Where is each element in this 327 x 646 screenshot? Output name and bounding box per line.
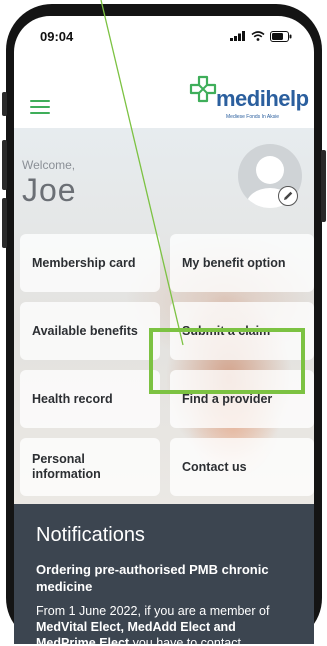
tile-contact-us[interactable]: Contact us bbox=[170, 438, 314, 496]
notification-body-rest: you have to contact bbox=[129, 636, 241, 644]
status-icons bbox=[230, 30, 292, 42]
status-time: 09:04 bbox=[40, 28, 74, 44]
wifi-icon bbox=[251, 31, 265, 41]
app-screen: 09:04 medihelp Mediese Fonds In Aksie We… bbox=[14, 16, 314, 644]
notification-heading[interactable]: Ordering pre-authorised PMB chronic medi… bbox=[36, 561, 298, 595]
welcome-greeting: Welcome, bbox=[22, 158, 76, 172]
mute-switch bbox=[2, 92, 7, 116]
tile-submit-a-claim[interactable]: Submit a claim bbox=[170, 302, 314, 360]
logo-wordmark: medihelp bbox=[216, 86, 309, 111]
hamburger-menu-icon[interactable] bbox=[30, 100, 50, 114]
notification-body-intro: From 1 June 2022, if you are a member of bbox=[36, 604, 270, 618]
tile-health-record[interactable]: Health record bbox=[20, 370, 160, 428]
power-button bbox=[321, 150, 326, 222]
logo-tagline: Mediese Fonds In Aksie bbox=[226, 114, 280, 120]
tile-my-benefit-option[interactable]: My benefit option bbox=[170, 234, 314, 292]
medihelp-logo: medihelp Mediese Fonds In Aksie bbox=[180, 74, 309, 124]
tile-personal-information[interactable]: Personal information bbox=[20, 438, 160, 496]
pencil-icon[interactable] bbox=[278, 186, 298, 206]
notification-body: From 1 June 2022, if you are a member of… bbox=[36, 603, 298, 644]
volume-up-button bbox=[2, 140, 7, 190]
notifications-panel: Notifications Ordering pre-authorised PM… bbox=[14, 504, 314, 644]
app-header: medihelp Mediese Fonds In Aksie bbox=[14, 56, 314, 128]
medihelp-logo-icon bbox=[189, 75, 217, 103]
tile-available-benefits[interactable]: Available benefits bbox=[20, 302, 160, 360]
volume-down-button bbox=[2, 198, 7, 248]
notifications-title: Notifications bbox=[36, 524, 145, 546]
welcome-hero: Welcome, Joe Membership card My benefit … bbox=[14, 128, 314, 528]
tile-find-a-provider[interactable]: Find a provider bbox=[170, 370, 314, 428]
signal-icon bbox=[230, 31, 245, 41]
status-bar: 09:04 bbox=[14, 16, 314, 56]
tile-membership-card[interactable]: Membership card bbox=[20, 234, 160, 292]
welcome-user-name: Joe bbox=[22, 172, 77, 208]
battery-icon bbox=[270, 30, 292, 42]
